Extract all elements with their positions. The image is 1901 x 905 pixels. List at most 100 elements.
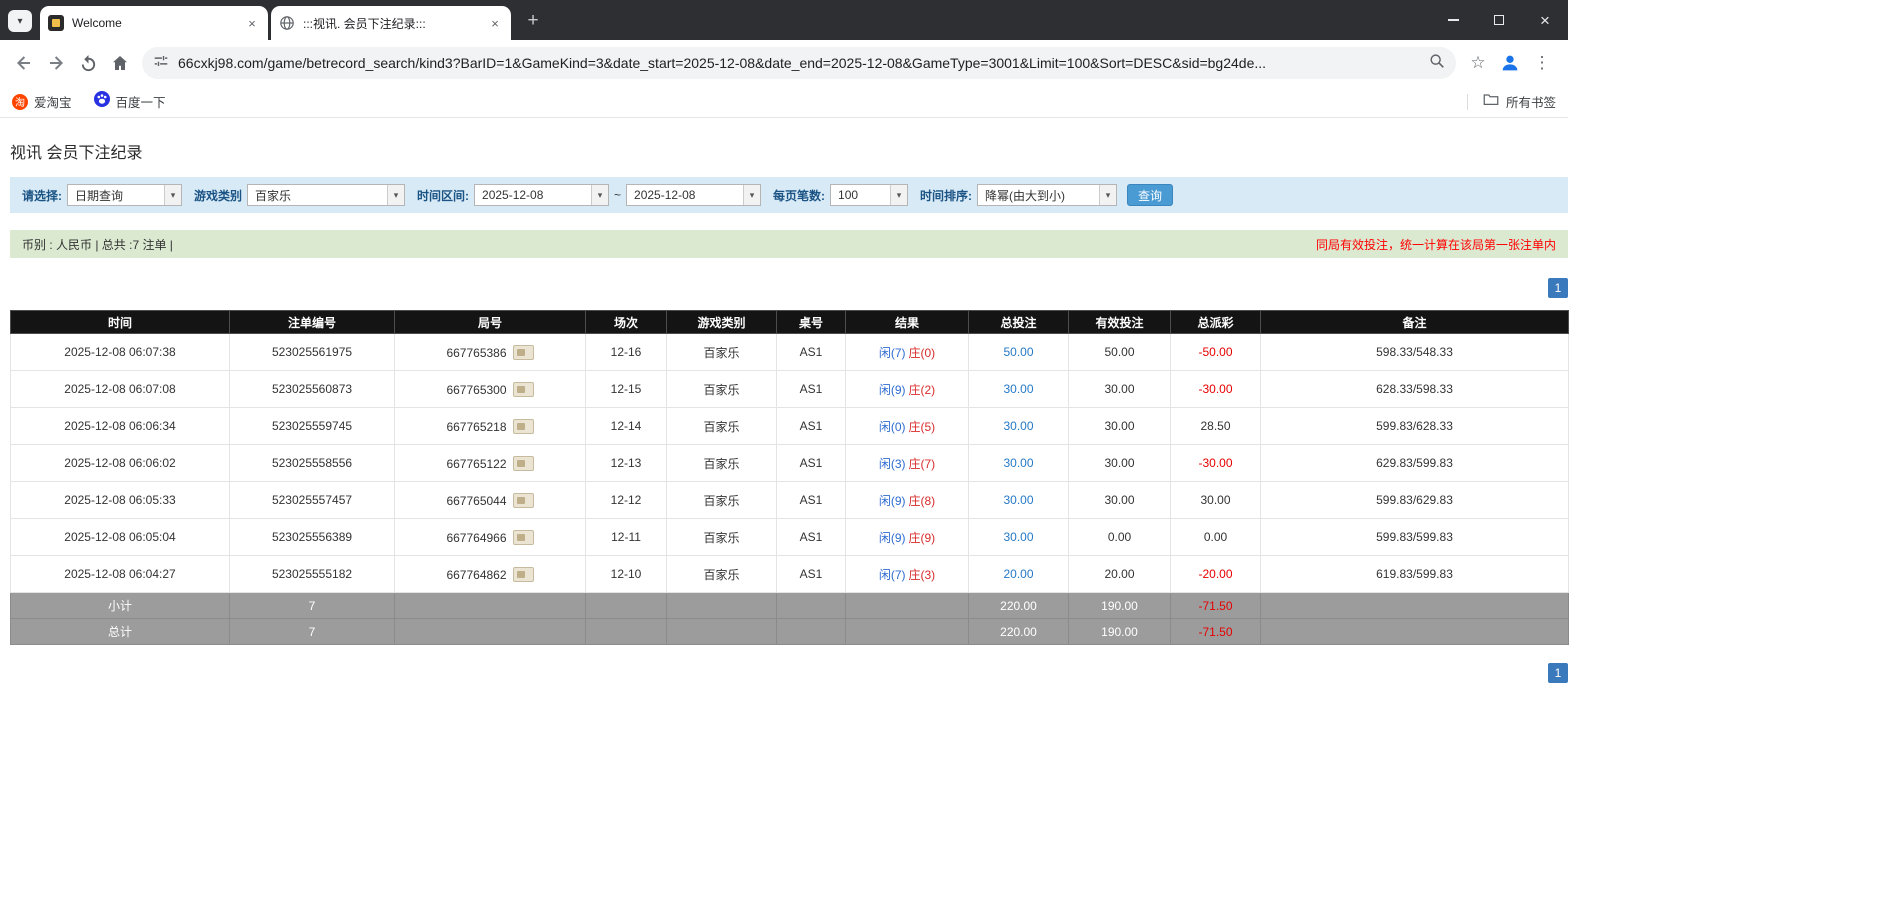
notice-text: 同局有效投注，统一计算在该局第一张注单内 <box>1316 236 1556 253</box>
chevron-down-icon: ▾ <box>17 16 22 27</box>
page-content: 视讯 会员下注纪录 请选择: 日期查询 ▾ 游戏类别 百家乐 ▾ 时间区间: 2… <box>0 139 1568 683</box>
forward-button[interactable] <box>40 47 72 79</box>
table-row: 2025-12-08 06:05:33 523025557457 6677650… <box>11 482 1569 519</box>
browser-window: ▾ Welcome × :::视讯. 会员下注纪录::: × + × <box>0 0 1568 683</box>
player-result: 闲(7) <box>879 568 906 582</box>
reload-button[interactable] <box>72 47 104 79</box>
zoom-icon[interactable] <box>1428 52 1446 75</box>
tab-welcome[interactable]: Welcome × <box>40 6 268 40</box>
arrow-right-icon <box>46 53 66 73</box>
cell-total-bet: 30.00 <box>969 371 1069 408</box>
subtotal-label: 小计 <box>11 593 230 619</box>
tab-betrecord[interactable]: :::视讯. 会员下注纪录::: × <box>271 6 511 40</box>
tab-close-icon[interactable]: × <box>487 15 503 31</box>
column-header-valid-bet: 有效投注 <box>1069 311 1171 334</box>
minimize-button[interactable] <box>1430 0 1476 40</box>
cell-valid-bet: 20.00 <box>1069 556 1171 593</box>
cell-note: 599.83/599.83 <box>1261 519 1569 556</box>
chevron-down-icon[interactable]: ▾ <box>890 185 907 205</box>
round-image-icon[interactable] <box>513 456 534 471</box>
column-header-result: 结果 <box>846 311 969 334</box>
cell-bet-id: 523025556389 <box>230 519 395 556</box>
kebab-menu-icon: ⋮ <box>1534 53 1551 73</box>
round-image-icon[interactable] <box>513 345 534 360</box>
all-bookmarks-button[interactable]: 所有书签 <box>1482 90 1556 113</box>
player-result: 闲(0) <box>879 420 906 434</box>
browser-menu-button[interactable]: ⋮ <box>1526 47 1558 79</box>
cell-round: 667765044 <box>395 482 586 519</box>
chevron-down-icon[interactable]: ▾ <box>591 185 608 205</box>
bookmark-star-button[interactable]: ☆ <box>1462 47 1494 79</box>
tab-close-icon[interactable]: × <box>244 15 260 31</box>
query-type-select[interactable]: 日期查询 ▾ <box>67 184 182 206</box>
round-image-icon[interactable] <box>513 493 534 508</box>
site-info-icon[interactable] <box>152 52 170 75</box>
maximize-button[interactable] <box>1476 0 1522 40</box>
cell-table-no: AS1 <box>777 445 846 482</box>
subtotal-payout: -71.50 <box>1171 593 1261 619</box>
taobao-favicon: 淘 <box>12 94 28 110</box>
back-button[interactable] <box>8 47 40 79</box>
round-image-icon[interactable] <box>513 419 534 434</box>
chevron-down-icon[interactable]: ▾ <box>164 185 181 205</box>
player-result: 闲(3) <box>879 457 906 471</box>
round-image-icon[interactable] <box>513 530 534 545</box>
star-icon: ☆ <box>1470 53 1485 73</box>
cell-round: 667765386 <box>395 334 586 371</box>
cell-session: 12-15 <box>586 371 667 408</box>
browser-toolbar: 66cxkj98.com/game/betrecord_search/kind3… <box>0 40 1568 86</box>
cell-total-bet: 20.00 <box>969 556 1069 593</box>
bookmark-baidu[interactable]: 百度一下 <box>94 91 166 112</box>
close-icon: × <box>1540 12 1550 29</box>
round-id: 667765122 <box>446 457 506 471</box>
column-header-payout: 总派彩 <box>1171 311 1261 334</box>
subtotal-total-bet: 220.00 <box>969 593 1069 619</box>
cell-bet-id: 523025560873 <box>230 371 395 408</box>
chevron-down-icon[interactable]: ▾ <box>1099 185 1116 205</box>
banker-result: 庄(9) <box>909 531 936 545</box>
round-image-icon[interactable] <box>513 382 534 397</box>
chevron-down-icon[interactable]: ▾ <box>743 185 760 205</box>
cell-total-bet: 30.00 <box>969 445 1069 482</box>
table-body: 2025-12-08 06:07:38 523025561975 6677653… <box>11 334 1569 593</box>
pagination-top: 1 <box>10 278 1568 298</box>
banker-result: 庄(2) <box>909 383 936 397</box>
chevron-down-icon[interactable]: ▾ <box>387 185 404 205</box>
page-1-button[interactable]: 1 <box>1548 278 1568 298</box>
date-end-select[interactable]: 2025-12-08 ▾ <box>626 184 761 206</box>
column-header-note: 备注 <box>1261 311 1569 334</box>
cell-bet-id: 523025561975 <box>230 334 395 371</box>
tab-search-button[interactable]: ▾ <box>8 10 32 32</box>
bookmark-aitaobao[interactable]: 淘 爱淘宝 <box>12 92 72 111</box>
cell-bet-id: 523025557457 <box>230 482 395 519</box>
profile-button[interactable] <box>1494 47 1526 79</box>
cell-payout: -20.00 <box>1171 556 1261 593</box>
table-row: 2025-12-08 06:07:08 523025560873 6677653… <box>11 371 1569 408</box>
cell-session: 12-11 <box>586 519 667 556</box>
cell-note: 628.33/598.33 <box>1261 371 1569 408</box>
page-size-select[interactable]: 100 ▾ <box>830 184 908 206</box>
cell-note: 598.33/548.33 <box>1261 334 1569 371</box>
date-start-select[interactable]: 2025-12-08 ▾ <box>474 184 609 206</box>
search-button[interactable]: 查询 <box>1127 184 1173 206</box>
new-tab-button[interactable]: + <box>520 8 546 34</box>
game-type-select[interactable]: 百家乐 ▾ <box>247 184 405 206</box>
close-button[interactable]: × <box>1522 0 1568 40</box>
cell-bet-id: 523025555182 <box>230 556 395 593</box>
cell-session: 12-14 <box>586 408 667 445</box>
cell-time: 2025-12-08 06:07:38 <box>11 334 230 371</box>
cell-bet-id: 523025559745 <box>230 408 395 445</box>
page-title: 视讯 会员下注纪录 <box>10 139 1568 163</box>
banker-result: 庄(5) <box>909 420 936 434</box>
round-image-icon[interactable] <box>513 567 534 582</box>
cell-note: 629.83/599.83 <box>1261 445 1569 482</box>
cell-time: 2025-12-08 06:06:02 <box>11 445 230 482</box>
address-bar[interactable]: 66cxkj98.com/game/betrecord_search/kind3… <box>142 47 1456 79</box>
pagination-bottom: 1 <box>10 663 1568 683</box>
cell-time: 2025-12-08 06:05:33 <box>11 482 230 519</box>
sort-select[interactable]: 降幂(由大到小) ▾ <box>977 184 1117 206</box>
page-1-button[interactable]: 1 <box>1548 663 1568 683</box>
folder-icon <box>1482 90 1500 113</box>
column-header-round: 局号 <box>395 311 586 334</box>
home-button[interactable] <box>104 47 136 79</box>
